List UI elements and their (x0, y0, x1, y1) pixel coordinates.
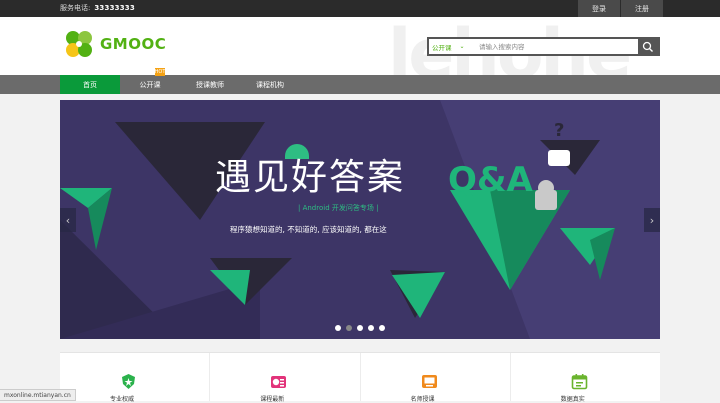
main-nav: 首页 公开课 HOT 授课教师 课程机构 (0, 68, 720, 94)
hot-badge: HOT (154, 68, 166, 76)
carousel-dot[interactable] (335, 325, 341, 331)
chevron-down-icon: ⌄ (459, 43, 465, 50)
search-icon (642, 41, 653, 52)
feature-strip: 专业权威 课程最新 名师授课 数据真实 (60, 352, 660, 403)
banner-artwork (60, 100, 660, 339)
service-label: 服务电话: (60, 4, 91, 12)
carousel-dot[interactable] (379, 325, 385, 331)
status-bar: mxonline.mtianyan.cn (0, 389, 76, 401)
search-category-select[interactable]: 公开课 ⌄ (429, 39, 475, 54)
teacher-icon (421, 373, 438, 390)
login-button[interactable]: 登录 (578, 0, 620, 17)
feature-professional[interactable]: 专业权威 (60, 353, 211, 403)
search-input[interactable] (475, 39, 638, 54)
carousel-dots (335, 325, 385, 331)
banner-title: 遇见好答案 (215, 157, 406, 198)
question-mark: ? (554, 120, 565, 141)
feature-latest[interactable]: 课程最新 (210, 353, 361, 403)
feature-label: 课程最新 (260, 396, 285, 403)
search-box: 公开课 ⌄ (427, 37, 660, 56)
qa-text: Q&A (448, 160, 533, 200)
banner-description: 程序猿想知道的, 不知道的, 应该知道的, 都在这 (230, 225, 387, 234)
carousel-dot[interactable] (346, 325, 352, 331)
shield-icon (120, 373, 137, 390)
service-phone-number: 33333333 (94, 4, 135, 12)
header: lehohe GMOOC 公开课⌄ (0, 17, 720, 75)
logo-text: GMOOC (100, 35, 167, 53)
banner-subtitle: | Android 开发问答专场 | (298, 204, 379, 212)
logo[interactable]: GMOOC (64, 29, 166, 59)
carousel-next-arrow[interactable]: › (644, 208, 660, 232)
feature-label: 专业权威 (110, 396, 135, 403)
nav-item-open-courses[interactable]: 公开课 (120, 75, 180, 94)
feature-label: 数据真实 (560, 396, 585, 403)
nav-item-organizations[interactable]: 课程机构 (240, 75, 300, 94)
nav-item-teachers[interactable]: 授课教师 (180, 75, 240, 94)
banner-carousel[interactable]: 遇见好答案 | Android 开发问答专场 | 程序猿想知道的, 不知道的, … (60, 100, 660, 339)
carousel-dot[interactable] (368, 325, 374, 331)
nav-item-home[interactable]: 首页 (60, 75, 120, 94)
service-phone: 服务电话: 33333333 (60, 3, 135, 13)
calendar-icon (571, 373, 588, 390)
feature-teachers[interactable]: 名师授课 (361, 353, 511, 403)
carousel-prev-arrow[interactable]: ‹ (60, 208, 76, 232)
carousel-dot[interactable] (357, 325, 363, 331)
search-category-label: 公开课 (432, 43, 452, 52)
clover-logo-icon (66, 31, 92, 57)
top-bar: 服务电话: 33333333 登录 注册 (0, 0, 720, 17)
feature-real-data[interactable]: 数据真实 (511, 353, 660, 403)
feature-label: 名师授课 (410, 396, 435, 403)
register-button[interactable]: 注册 (621, 0, 663, 17)
money-icon (270, 373, 287, 390)
search-button[interactable] (638, 39, 658, 54)
